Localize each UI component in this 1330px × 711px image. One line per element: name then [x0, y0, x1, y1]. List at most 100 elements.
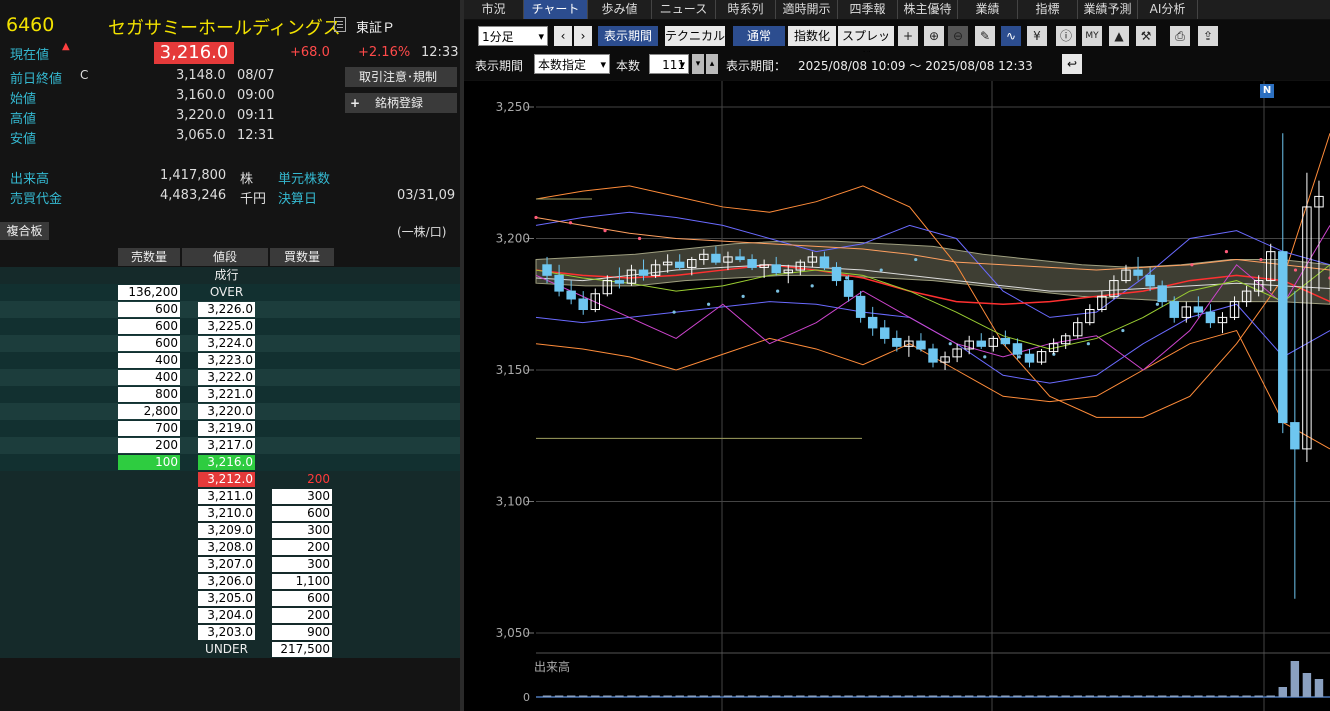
ask-price[interactable]: 3,223.0	[198, 353, 255, 368]
ask-price[interactable]: 3,222.0	[198, 370, 255, 385]
ask-price[interactable]: 3,219.0	[198, 421, 255, 436]
order-notice-button[interactable]: 取引注意･規制	[345, 67, 457, 87]
bid-qty[interactable]: 300	[272, 557, 332, 572]
order-book-row: 3,210.0 600	[0, 505, 460, 522]
tab-4[interactable]: 時系列	[716, 0, 776, 19]
prev-arrow-icon[interactable]: ‹	[554, 26, 572, 46]
bars-input[interactable]: 111	[649, 54, 689, 75]
bid-qty[interactable]: 900	[272, 625, 332, 640]
bid-qty[interactable]: 300	[272, 523, 332, 538]
yen-icon[interactable]: ¥	[1027, 26, 1047, 46]
candle-body	[1169, 301, 1179, 318]
ask-qty[interactable]: 400	[118, 370, 180, 385]
bid-price[interactable]: 3,204.0	[198, 608, 255, 623]
normal-button[interactable]: 通常	[733, 26, 785, 46]
line-draw-icon[interactable]: ∿	[1001, 26, 1021, 46]
tab-10[interactable]: 業績予測	[1078, 0, 1138, 19]
register-button[interactable]: + 銘柄登録	[345, 93, 457, 113]
zoom-in-icon[interactable]: ⊕	[924, 26, 944, 46]
candle-body	[735, 256, 745, 261]
news-marker-icon[interactable]: N	[1260, 84, 1274, 98]
bid-qty[interactable]: 300	[272, 489, 332, 504]
bid-qty[interactable]: 200	[272, 608, 332, 623]
ask-price[interactable]: 3,216.0	[198, 455, 255, 470]
tab-1[interactable]: チャート	[524, 0, 588, 19]
bid-qty[interactable]: 600	[272, 506, 332, 521]
ask-price[interactable]: 3,221.0	[198, 387, 255, 402]
candle-body	[1012, 343, 1023, 355]
volume-unit: 株	[240, 172, 254, 187]
market-order-label[interactable]: 成行	[198, 268, 255, 283]
tab-3[interactable]: ニュース	[652, 0, 716, 19]
bid-qty[interactable]: 200	[272, 540, 332, 555]
bars-up-icon[interactable]: ▴	[706, 54, 718, 74]
bid-price[interactable]: 3,211.0	[198, 489, 255, 504]
tab-5[interactable]: 適時開示	[776, 0, 838, 19]
volume-bar	[964, 695, 974, 697]
ask-qty[interactable]: 600	[118, 319, 180, 334]
zoom-out-icon[interactable]: ⊖	[948, 26, 968, 46]
bid-price[interactable]: 3,210.0	[198, 506, 255, 521]
order-book-row: 700 3,219.0	[0, 420, 460, 437]
candle-body	[542, 264, 552, 276]
info-icon[interactable]: ⓘ	[1056, 26, 1076, 46]
area-chart-icon[interactable]: ▲	[1109, 26, 1129, 46]
period-button[interactable]: 表示期間	[598, 26, 658, 46]
next-arrow-icon[interactable]: ›	[574, 26, 592, 46]
order-book-row: 400 3,223.0	[0, 352, 460, 369]
bid-qty[interactable]: 200	[272, 472, 332, 487]
my-indicator-icon[interactable]: MY	[1082, 26, 1102, 46]
chart-svg[interactable]: 3,250 3,200 3,150 3,100 3,050 出来高 0	[464, 81, 1330, 711]
document-icon[interactable]	[334, 17, 346, 32]
ask-price[interactable]: 3,224.0	[198, 336, 255, 351]
tab-2[interactable]: 歩み値	[588, 0, 652, 19]
bid-price[interactable]: 3,206.0	[198, 574, 255, 589]
volume-bar	[759, 695, 769, 697]
pencil-icon[interactable]: ✎	[975, 26, 995, 46]
ask-qty[interactable]: 100	[118, 455, 180, 470]
interval-select[interactable]: 1分足	[478, 26, 548, 47]
ask-price[interactable]: 3,225.0	[198, 319, 255, 334]
ask-qty[interactable]: 700	[118, 421, 180, 436]
ask-qty[interactable]: 600	[118, 336, 180, 351]
bid-price[interactable]: 3,212.0	[198, 472, 255, 487]
tab-0[interactable]: 市況	[464, 0, 524, 19]
spread-button[interactable]: スプレッド	[838, 26, 894, 63]
print-icon[interactable]: ⎙	[1170, 26, 1190, 46]
bid-price[interactable]: 3,209.0	[198, 523, 255, 538]
reset-icon[interactable]: ↩	[1062, 54, 1082, 74]
bid-price[interactable]: 3,207.0	[198, 557, 255, 572]
price-chart[interactable]: 3,250 3,200 3,150 3,100 3,050 出来高 0	[464, 81, 1330, 711]
ask-qty[interactable]: 2,800	[118, 404, 180, 419]
bid-qty[interactable]: 1,100	[272, 574, 332, 589]
bid-price[interactable]: 3,208.0	[198, 540, 255, 555]
under-label[interactable]: UNDER	[198, 642, 255, 657]
tab-11[interactable]: AI分析	[1138, 0, 1198, 19]
tab-6[interactable]: 四季報	[838, 0, 898, 19]
tab-8[interactable]: 業績	[958, 0, 1018, 19]
under-qty[interactable]: 217,500	[272, 642, 332, 657]
ask-price[interactable]: 3,217.0	[198, 438, 255, 453]
tab-7[interactable]: 株主優待	[898, 0, 958, 19]
multi-board-tab[interactable]: 複合板	[0, 222, 49, 240]
ask-qty[interactable]: 600	[118, 302, 180, 317]
bid-price[interactable]: 3,205.0	[198, 591, 255, 606]
bars-down-icon[interactable]: ▾	[692, 54, 704, 74]
bid-price[interactable]: 3,203.0	[198, 625, 255, 640]
volume-bar	[687, 695, 696, 697]
over-label[interactable]: OVER	[198, 285, 255, 300]
ask-price[interactable]: 3,220.0	[198, 404, 255, 419]
bid-qty[interactable]: 600	[272, 591, 332, 606]
tab-9[interactable]: 指標	[1018, 0, 1078, 19]
export-icon[interactable]: ⇪	[1198, 26, 1218, 46]
technical-button[interactable]: テクニカル	[665, 26, 725, 46]
ask-price[interactable]: 3,226.0	[198, 302, 255, 317]
ask-qty[interactable]: 400	[118, 353, 180, 368]
period-mode-select[interactable]: 本数指定	[534, 54, 610, 75]
over-qty[interactable]: 136,200	[118, 285, 180, 300]
ask-qty[interactable]: 800	[118, 387, 180, 402]
wrench-icon[interactable]: ⚒	[1136, 26, 1156, 46]
index-button[interactable]: 指数化	[788, 26, 836, 46]
crosshair-icon[interactable]: +	[898, 26, 918, 46]
ask-qty[interactable]: 200	[118, 438, 180, 453]
